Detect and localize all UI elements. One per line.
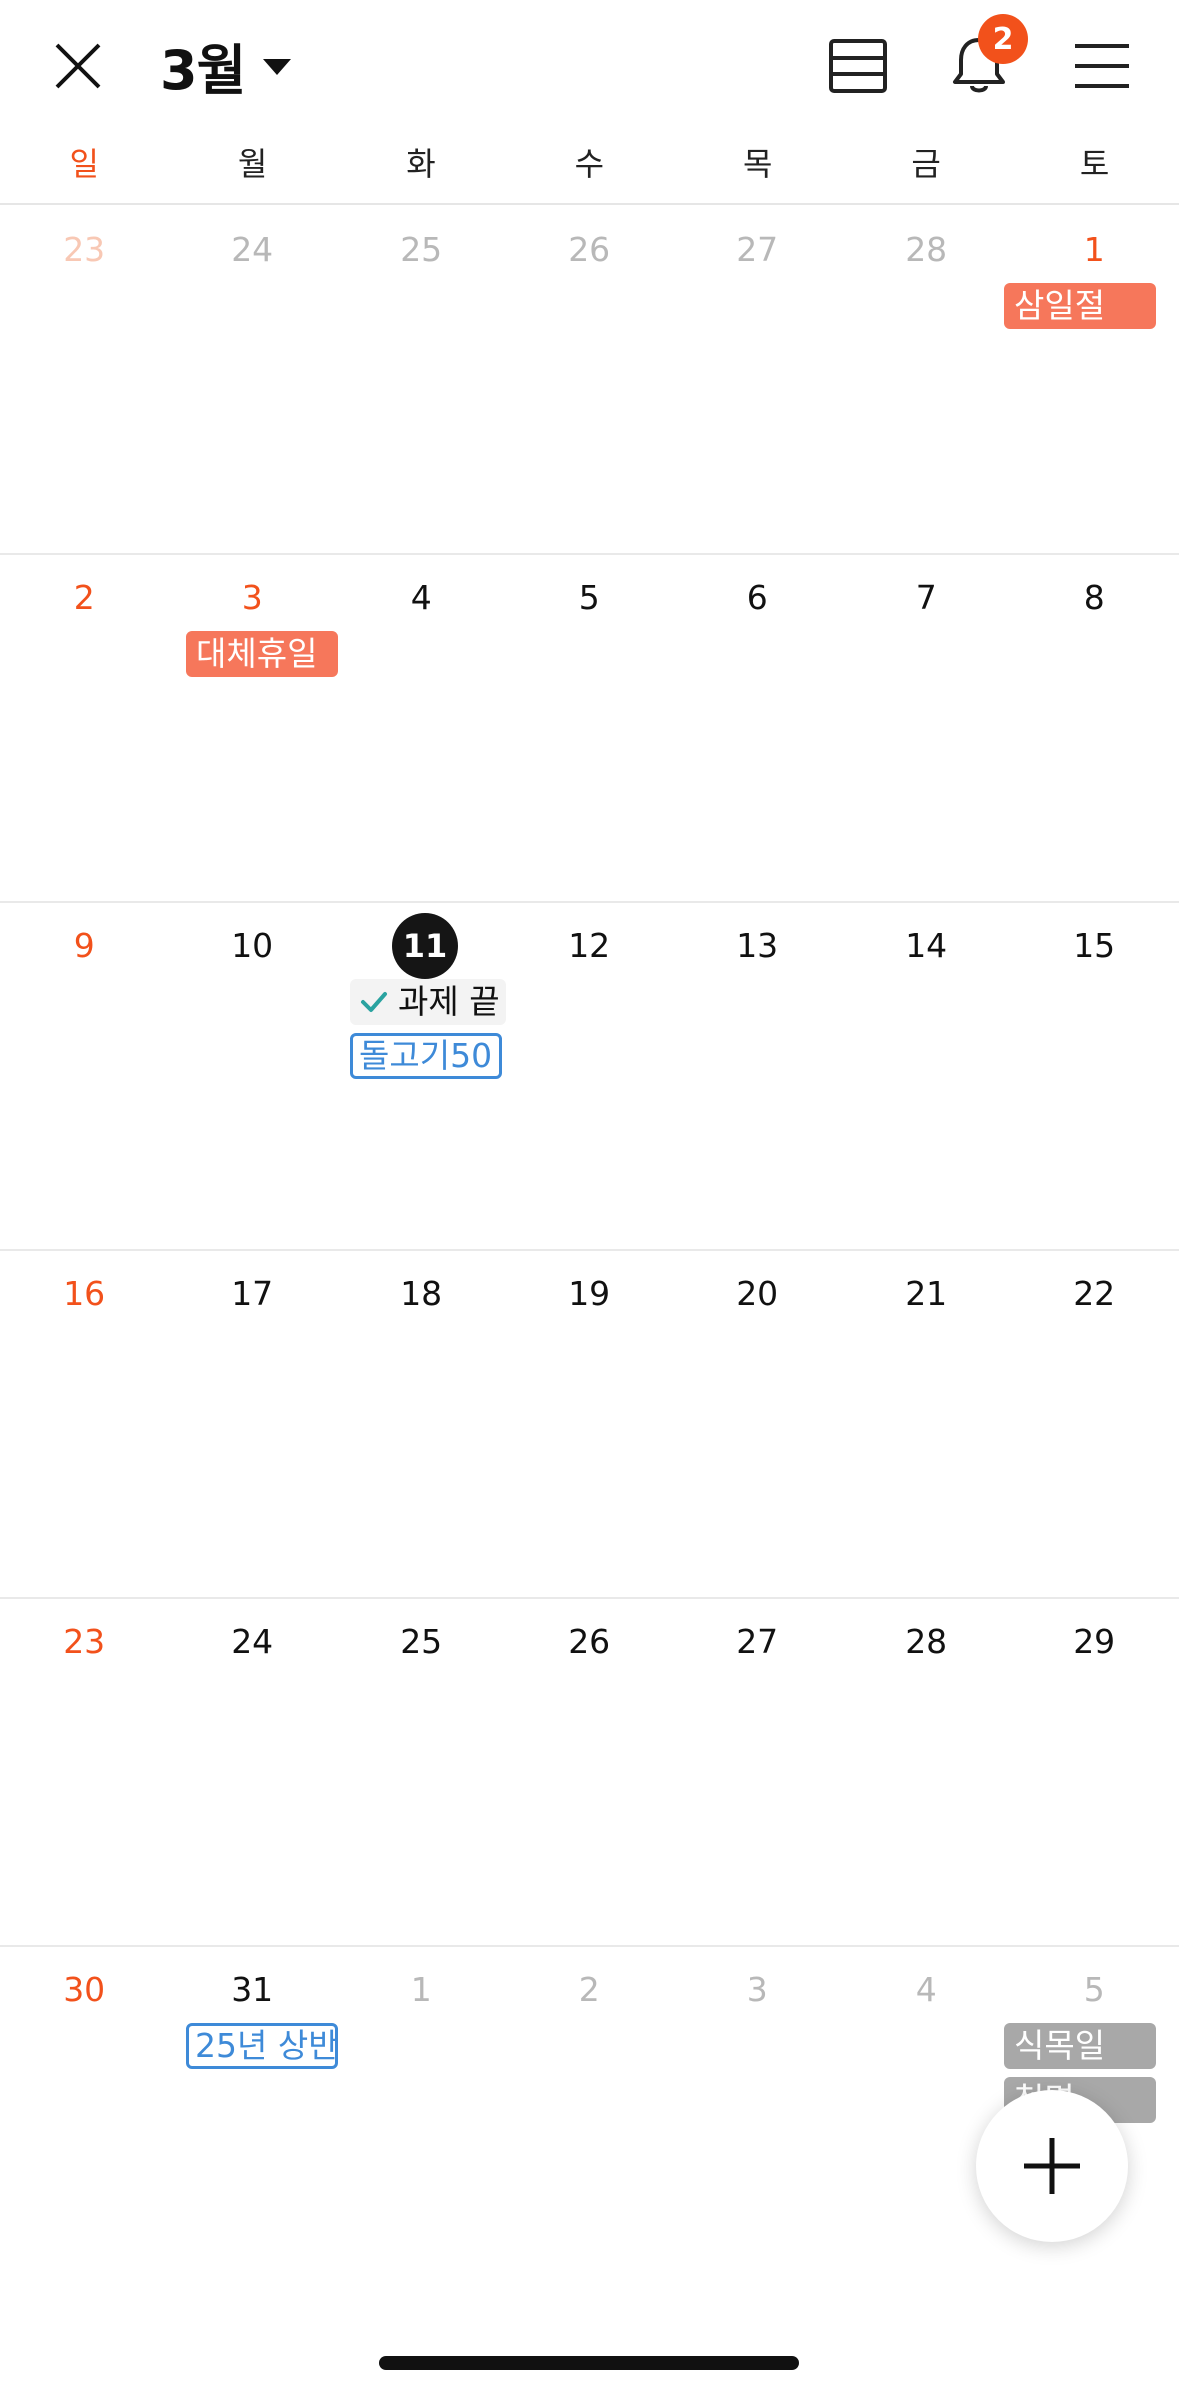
day-cell[interactable]: 29	[1010, 1607, 1178, 1677]
day-cell[interactable]: 2	[0, 563, 168, 633]
day-cell[interactable]: 8	[1010, 563, 1178, 633]
day-cell[interactable]: 21	[842, 1259, 1010, 1329]
day-cell[interactable]: 13	[673, 911, 841, 981]
holiday-event[interactable]: 식목일	[1004, 2023, 1156, 2069]
chevron-down-icon	[263, 59, 292, 75]
weekday-label: 월	[237, 145, 268, 183]
holiday-event[interactable]: 대체휴일	[186, 631, 338, 677]
day-cell[interactable]: 26	[505, 1607, 673, 1677]
day-cell[interactable]: 24	[168, 215, 336, 285]
day-cell[interactable]: 16	[0, 1259, 168, 1329]
holiday-event[interactable]: 삼일절	[1004, 283, 1156, 329]
day-cell[interactable]: 3	[673, 1955, 841, 2025]
day-cell[interactable]: 30	[0, 1955, 168, 2025]
day-cell[interactable]: 3	[168, 563, 336, 633]
close-icon	[55, 43, 101, 89]
day-cell[interactable]: 27	[673, 215, 841, 285]
weekday-label: 화	[406, 145, 436, 183]
month-title: 3월	[160, 38, 246, 102]
day-cell[interactable]: 7	[842, 563, 1010, 633]
week-row: 2 3 4 5 6 7 8 대체휴일	[0, 553, 1179, 903]
day-cell[interactable]: 28	[842, 1607, 1010, 1677]
weekday-label: 토	[1079, 145, 1110, 183]
day-cell[interactable]: 26	[505, 215, 673, 285]
add-event-button[interactable]	[976, 2090, 1128, 2242]
home-indicator	[379, 2356, 799, 2370]
weekday-label: 목	[743, 145, 773, 183]
calendar-event[interactable]: 돌고기50	[350, 1033, 502, 1079]
day-cell[interactable]: 10	[168, 911, 336, 981]
day-cell[interactable]: 1	[337, 1955, 505, 2025]
day-cell[interactable]: 27	[673, 1607, 841, 1677]
day-cell[interactable]: 17	[168, 1259, 336, 1329]
day-cell[interactable]: 25	[337, 1607, 505, 1677]
weekday-label: 일	[69, 145, 99, 183]
task-event[interactable]: 과제 끝	[350, 979, 506, 1025]
day-cell[interactable]: 6	[673, 563, 841, 633]
day-cell[interactable]: 5	[1010, 1955, 1178, 2025]
day-cell[interactable]: 4	[337, 563, 505, 633]
day-cell[interactable]: 9	[0, 911, 168, 981]
list-view-button[interactable]	[826, 34, 890, 98]
day-cell[interactable]: 15	[1010, 911, 1178, 981]
day-cell[interactable]: 5	[505, 563, 673, 633]
day-cell[interactable]: 31	[168, 1955, 336, 2025]
check-icon	[361, 992, 387, 1012]
day-cell[interactable]: 22	[1010, 1259, 1178, 1329]
weekday-label: 수	[574, 145, 605, 183]
weekday-label: 금	[911, 145, 941, 183]
close-button[interactable]	[44, 32, 112, 100]
day-cell[interactable]: 12	[505, 911, 673, 981]
week-row: 16 17 18 19 20 21 22	[0, 1249, 1179, 1599]
list-view-icon	[829, 39, 887, 93]
day-cell[interactable]: 2	[505, 1955, 673, 2025]
day-cell[interactable]: 14	[842, 911, 1010, 981]
top-bar: 3월 2	[0, 0, 1179, 130]
task-label: 과제 끝	[398, 982, 500, 1021]
day-cell[interactable]: 25	[337, 215, 505, 285]
notification-badge: 2	[978, 14, 1028, 64]
day-cell[interactable]: 19	[505, 1259, 673, 1329]
day-cell[interactable]: 24	[168, 1607, 336, 1677]
day-cell[interactable]: 23	[0, 215, 168, 285]
day-cell[interactable]: 28	[842, 215, 1010, 285]
weekday-header: 일 월 화 수 목 금 토	[0, 134, 1179, 204]
day-cell[interactable]: 20	[673, 1259, 841, 1329]
day-cell[interactable]: 1	[1010, 215, 1178, 285]
month-selector[interactable]: 3월	[160, 30, 292, 102]
plus-icon	[1024, 2138, 1080, 2194]
calendar-event[interactable]: 25년 상반	[186, 2023, 338, 2069]
day-cell[interactable]: 18	[337, 1259, 505, 1329]
day-cell[interactable]: 4	[842, 1955, 1010, 2025]
menu-button[interactable]	[1072, 36, 1132, 96]
hamburger-menu-icon	[1075, 44, 1129, 88]
day-cell[interactable]: 23	[0, 1607, 168, 1677]
week-row: 23 24 25 26 27 28 29	[0, 1597, 1179, 1947]
week-row: 9 10 11 12 13 14 15 과제 끝 돌고기50	[0, 901, 1179, 1251]
week-row: 23 24 25 26 27 28 1 삼일절	[0, 205, 1179, 555]
today-marker[interactable]: 11	[392, 913, 458, 979]
